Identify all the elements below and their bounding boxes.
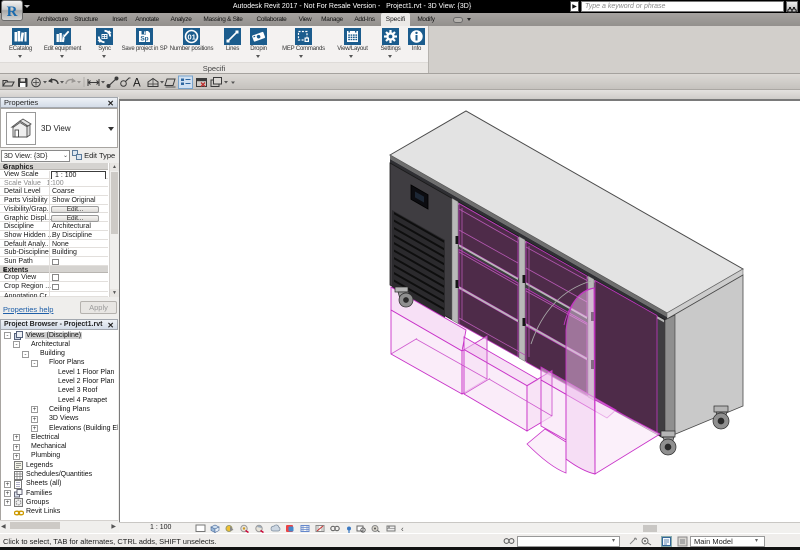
- svg-text:‹: ‹: [401, 525, 404, 534]
- svg-text:R: R: [7, 4, 18, 20]
- svg-text:A: A: [133, 78, 141, 90]
- svg-text:01: 01: [188, 32, 196, 41]
- svg-text:Sp: Sp: [140, 36, 148, 43]
